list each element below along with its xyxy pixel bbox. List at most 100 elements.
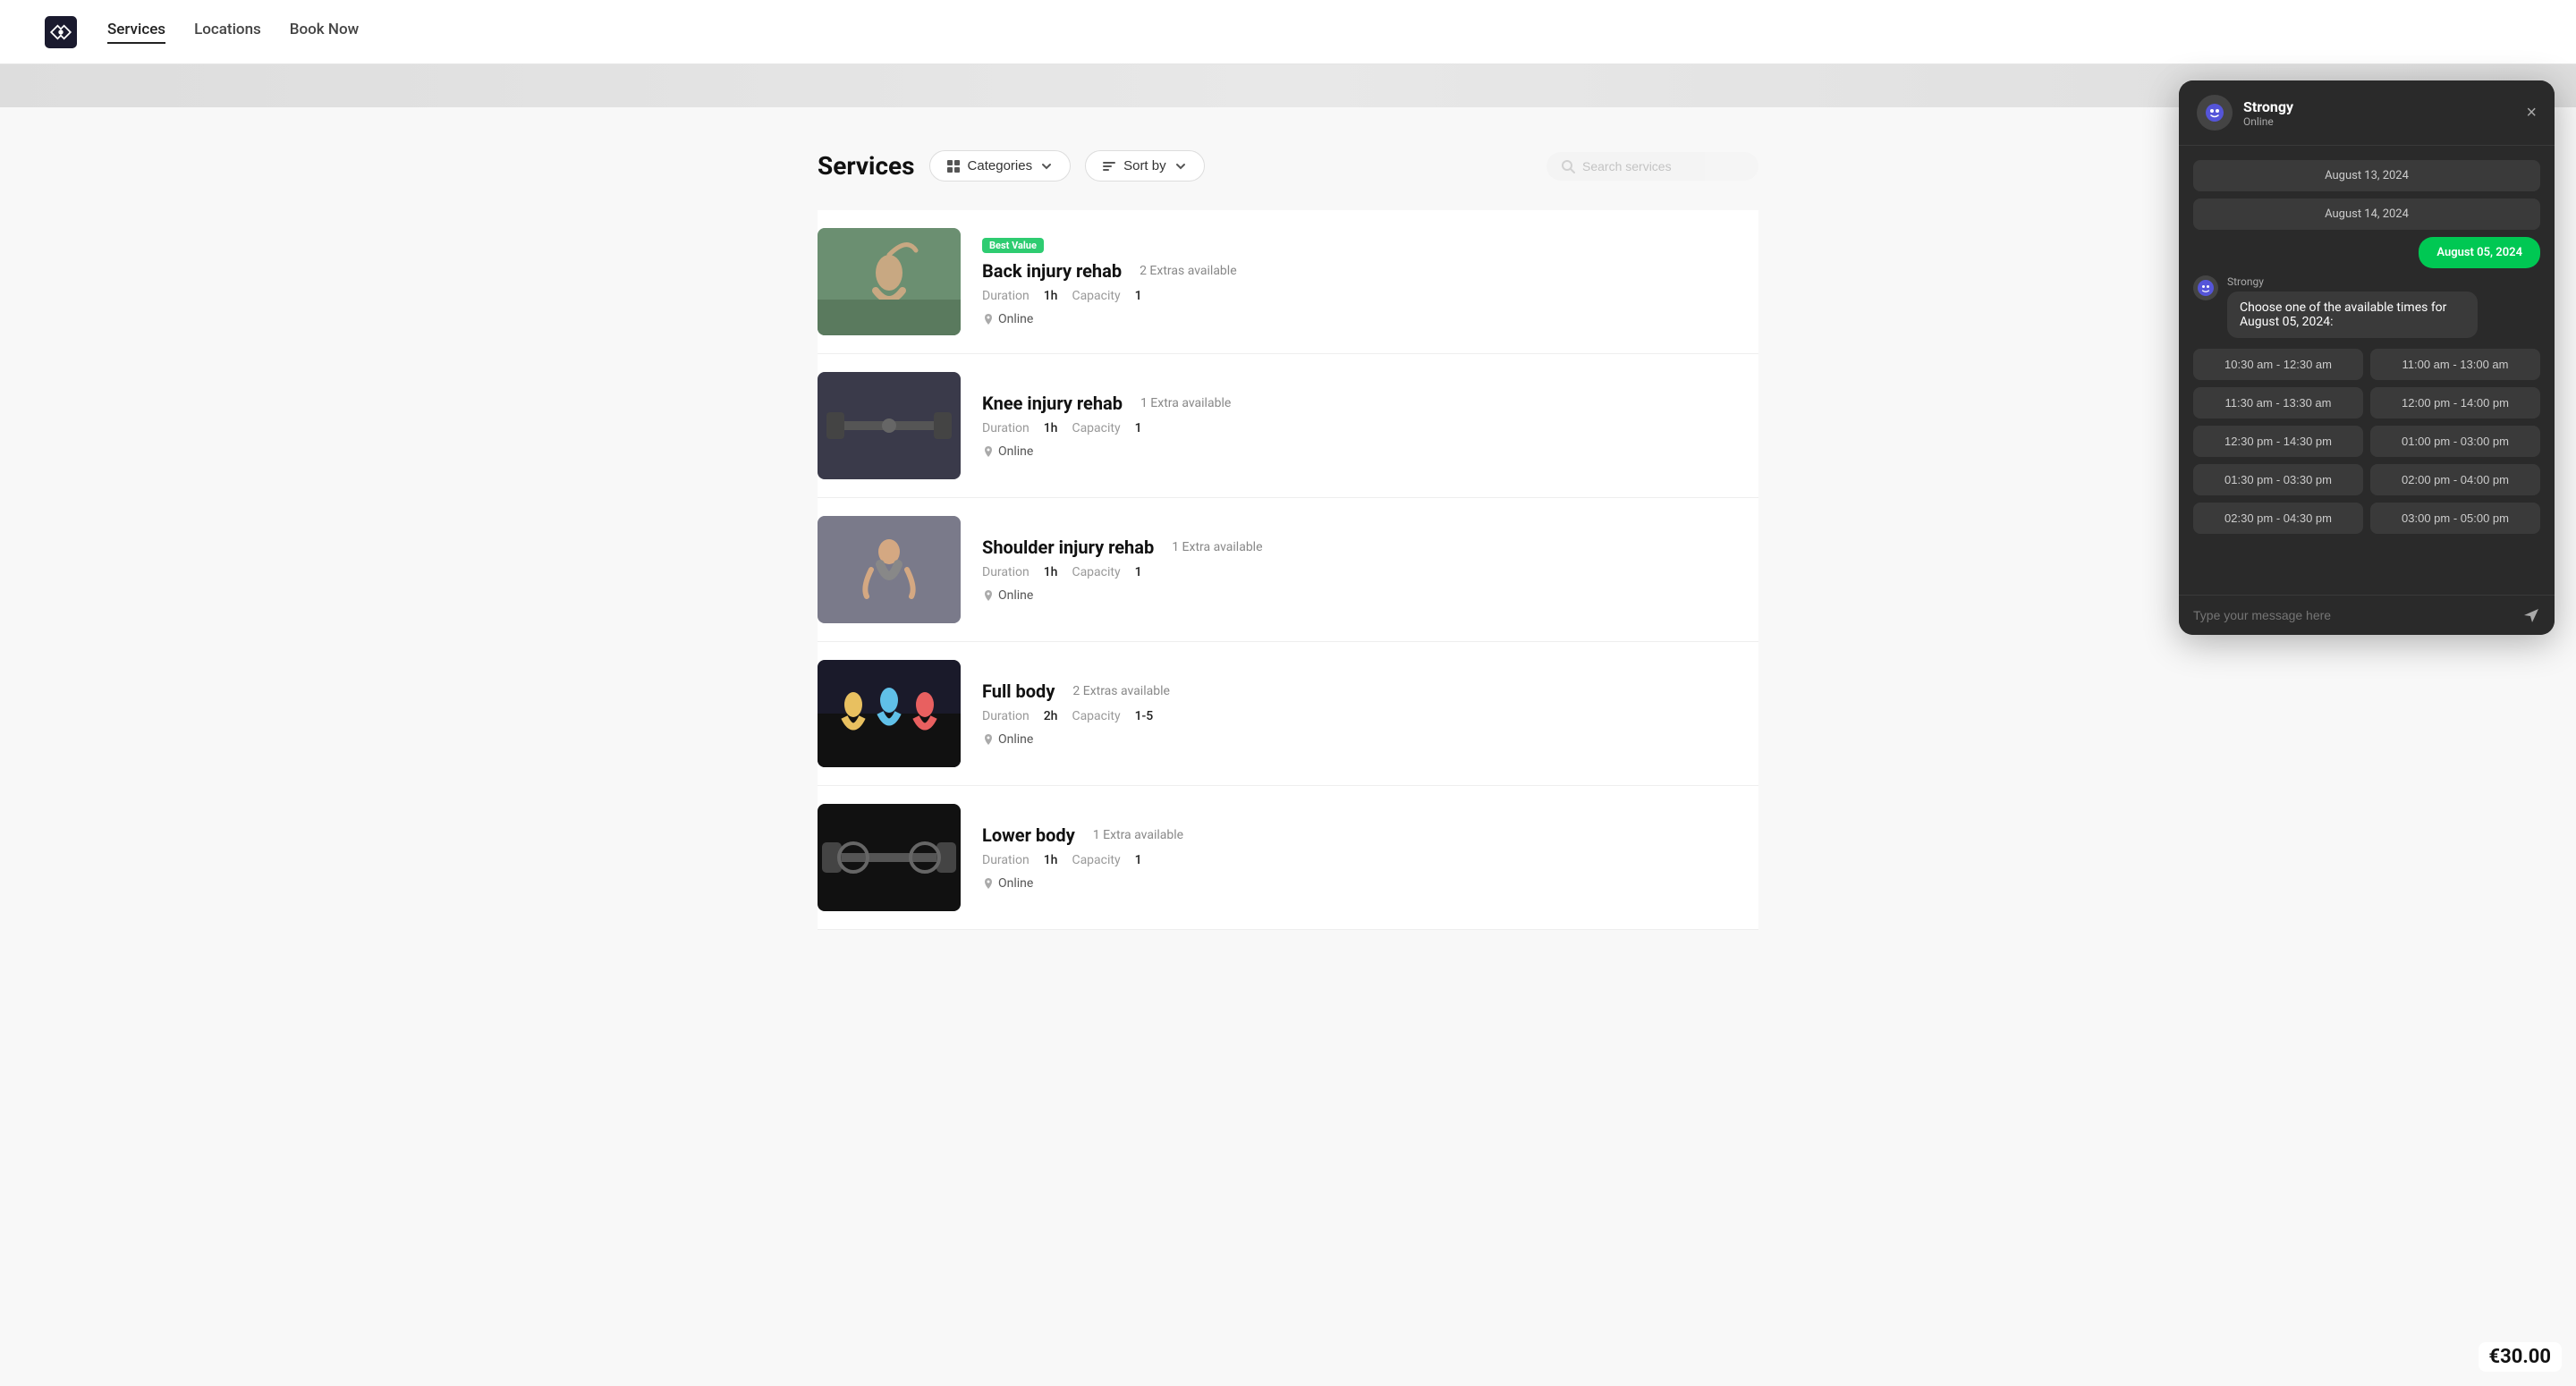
location-label: Online <box>998 876 1033 891</box>
service-item[interactable]: Knee injury rehab 1 Extra available Dura… <box>818 354 1758 498</box>
duration-key: Duration <box>982 709 1030 723</box>
service-thumbnail <box>818 804 961 911</box>
time-slot-btn[interactable]: 02:00 pm - 04:00 pm <box>2370 464 2540 495</box>
service-thumbnail <box>818 516 961 623</box>
capacity-key: Capacity <box>1072 421 1120 435</box>
service-extras: 1 Extra available <box>1172 540 1262 554</box>
nav-logo <box>43 14 79 50</box>
service-info: Best Value Back injury rehab 2 Extras av… <box>982 228 1758 335</box>
page-title: Services <box>818 151 915 181</box>
service-extras: 2 Extras available <box>1140 264 1237 278</box>
chat-header: Strongy Online × <box>2179 80 2555 146</box>
location-pin-icon <box>982 733 995 746</box>
page-header: Services Categories Sort by <box>818 150 1758 182</box>
bot-message-row: Strongy Choose one of the available time… <box>2193 275 2540 338</box>
chat-avatar <box>2197 95 2233 131</box>
service-meta: Duration 1h Capacity 1 <box>982 421 1758 435</box>
send-icon <box>2522 606 2540 624</box>
service-info: Full body 2 Extras available Duration 2h… <box>982 660 1758 767</box>
capacity-val: 1 <box>1135 421 1142 435</box>
bot-msg-content: Strongy Choose one of the available time… <box>2227 275 2540 338</box>
price-corner: €30.00 <box>2479 1342 2563 1372</box>
location-label: Online <box>998 312 1033 326</box>
chat-send-btn[interactable] <box>2522 606 2540 624</box>
capacity-val: 1 <box>1135 853 1142 867</box>
duration-key: Duration <box>982 853 1030 867</box>
time-slot-btn[interactable]: 10:30 am - 12:30 am <box>2193 349 2363 380</box>
time-slot-btn[interactable]: 11:30 am - 13:30 am <box>2193 387 2363 418</box>
chevron-down-icon-categories <box>1039 159 1054 173</box>
time-slot-btn[interactable]: 01:00 pm - 03:00 pm <box>2370 426 2540 457</box>
time-slot-btn[interactable]: 03:00 pm - 05:00 pm <box>2370 503 2540 534</box>
service-info: Knee injury rehab 1 Extra available Dura… <box>982 372 1758 479</box>
time-slot-btn[interactable]: 02:30 pm - 04:30 pm <box>2193 503 2363 534</box>
capacity-key: Capacity <box>1072 565 1120 579</box>
service-name: Shoulder injury rehab <box>982 537 1154 558</box>
location-label: Online <box>998 444 1033 459</box>
grid-icon <box>946 159 961 173</box>
chat-status: Online <box>2243 115 2293 128</box>
bot-msg-bubble: Choose one of the available times for Au… <box>2227 292 2478 338</box>
service-item[interactable]: Best Value Back injury rehab 2 Extras av… <box>818 210 1758 354</box>
duration-val: 1h <box>1044 853 1058 867</box>
chat-date-active[interactable]: August 05, 2024 <box>2419 237 2540 268</box>
nav-link-booknow[interactable]: Book Now <box>290 21 359 44</box>
service-location: Online <box>982 444 1758 459</box>
time-slot-btn[interactable]: 12:30 pm - 14:30 pm <box>2193 426 2363 457</box>
nav-link-services[interactable]: Services <box>107 21 165 44</box>
service-meta: Duration 1h Capacity 1 <box>982 289 1758 303</box>
service-location: Online <box>982 588 1758 603</box>
service-extras: 1 Extra available <box>1140 396 1231 410</box>
search-input[interactable] <box>1582 159 1744 173</box>
capacity-key: Capacity <box>1072 709 1120 723</box>
sortby-filter-btn[interactable]: Sort by <box>1085 150 1205 182</box>
bot-msg-name: Strongy <box>2227 275 2540 288</box>
duration-val: 1h <box>1044 289 1058 303</box>
chat-close-btn[interactable]: × <box>2526 104 2537 122</box>
navbar: Services Locations Book Now <box>0 0 2576 64</box>
chat-panel: Strongy Online × August 13, 2024August 1… <box>2179 80 2555 635</box>
time-slot-btn[interactable]: 12:00 pm - 14:00 pm <box>2370 387 2540 418</box>
duration-val: 2h <box>1044 709 1058 723</box>
service-meta: Duration 2h Capacity 1-5 <box>982 709 1758 723</box>
service-info: Shoulder injury rehab 1 Extra available … <box>982 516 1758 623</box>
categories-filter-btn[interactable]: Categories <box>929 150 1072 182</box>
service-item[interactable]: Shoulder injury rehab 1 Extra available … <box>818 498 1758 642</box>
duration-val: 1h <box>1044 421 1058 435</box>
location-label: Online <box>998 588 1033 603</box>
service-meta: Duration 1h Capacity 1 <box>982 565 1758 579</box>
chat-date-option[interactable]: August 13, 2024 <box>2193 160 2540 191</box>
location-pin-icon <box>982 445 995 458</box>
chat-message-input[interactable] <box>2193 608 2515 622</box>
service-location: Online <box>982 876 1758 891</box>
nav-link-locations[interactable]: Locations <box>194 21 261 44</box>
chat-messages: August 13, 2024 August 14, 2024 August 05,… <box>2179 146 2555 595</box>
capacity-val: 1 <box>1135 565 1142 579</box>
nav-links: Services Locations Book Now <box>107 21 359 44</box>
service-extras: 2 Extras available <box>1072 684 1170 698</box>
service-name: Knee injury rehab <box>982 393 1123 414</box>
service-list: Best Value Back injury rehab 2 Extras av… <box>818 210 1758 930</box>
service-name: Lower body <box>982 824 1075 846</box>
time-slot-btn[interactable]: 11:00 am - 13:00 am <box>2370 349 2540 380</box>
chevron-down-icon-sort <box>1174 159 1188 173</box>
chat-date-option[interactable]: August 14, 2024 <box>2193 199 2540 230</box>
service-badge: Best Value <box>982 238 1044 253</box>
service-thumbnail <box>818 660 961 767</box>
service-location: Online <box>982 732 1758 747</box>
location-pin-icon <box>982 589 995 602</box>
duration-val: 1h <box>1044 565 1058 579</box>
location-pin-icon <box>982 313 995 325</box>
bot-msg-avatar <box>2193 275 2218 300</box>
capacity-key: Capacity <box>1072 289 1120 303</box>
chat-bot-name: Strongy <box>2243 98 2293 115</box>
service-item[interactable]: Lower body 1 Extra available Duration 1h… <box>818 786 1758 930</box>
location-label: Online <box>998 732 1033 747</box>
service-name: Full body <box>982 680 1055 702</box>
time-slot-btn[interactable]: 01:30 pm - 03:30 pm <box>2193 464 2363 495</box>
sort-icon <box>1102 159 1116 173</box>
duration-key: Duration <box>982 565 1030 579</box>
search-icon <box>1561 159 1575 173</box>
service-item[interactable]: Full body 2 Extras available Duration 2h… <box>818 642 1758 786</box>
bot-avatar-icon <box>2204 102 2225 123</box>
